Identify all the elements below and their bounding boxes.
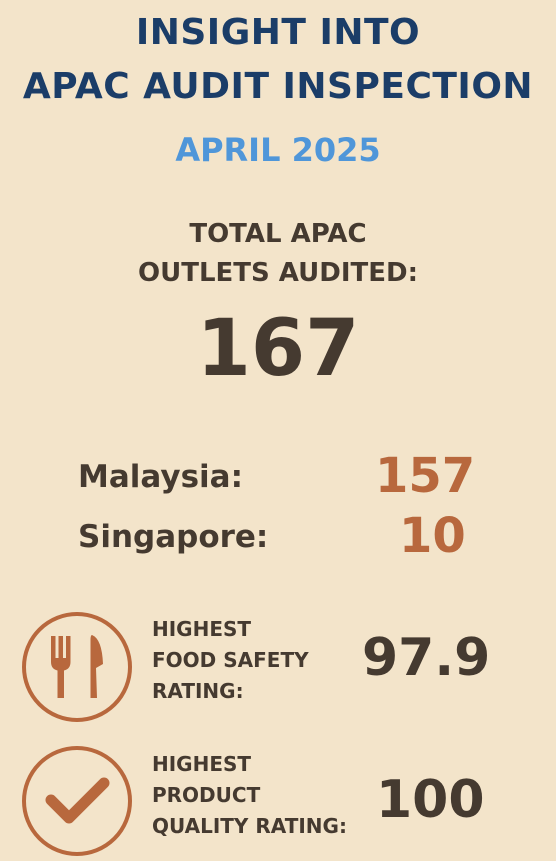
food-safety-label-line-2: FOOD SAFETY: [152, 648, 309, 672]
product-quality-rating-value: 100: [376, 770, 485, 830]
product-quality-label-line-1: HIGHEST: [152, 752, 252, 776]
product-quality-label-line-3: QUALITY RATING:: [152, 814, 347, 838]
total-label-line-2: OUTLETS AUDITED:: [138, 258, 418, 288]
fork-knife-icon: [20, 610, 134, 724]
food-safety-label-line-3: RATING:: [152, 679, 244, 703]
page-title-line-2: APAC AUDIT INSPECTION: [22, 66, 534, 107]
page-title-line-1: INSIGHT INTO: [135, 12, 421, 53]
country-value-malaysia: 157: [375, 448, 476, 504]
food-safety-label-line-1: HIGHEST: [152, 617, 252, 641]
checkmark-icon: [20, 744, 134, 858]
country-value-singapore: 10: [399, 508, 466, 564]
total-label-line-1: TOTAL APAC: [189, 219, 367, 249]
report-period: APRIL 2025: [175, 131, 381, 169]
product-quality-label-line-2: PRODUCT: [152, 783, 261, 807]
total-outlets-value: 167: [196, 304, 360, 394]
country-label-malaysia: Malaysia:: [78, 459, 243, 495]
country-label-singapore: Singapore:: [78, 519, 269, 555]
food-safety-rating-value: 97.9: [362, 628, 491, 688]
